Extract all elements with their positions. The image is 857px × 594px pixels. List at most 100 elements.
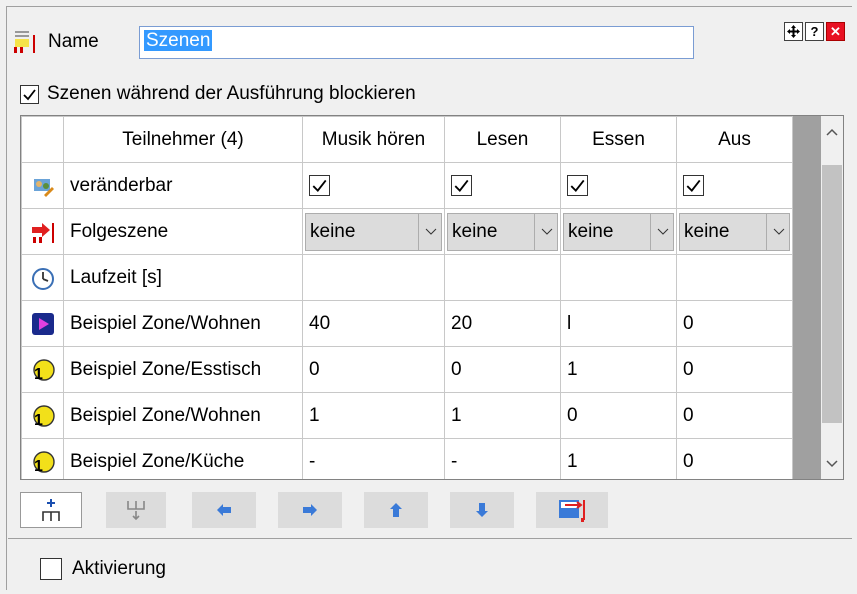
arrow-left-icon <box>217 504 231 516</box>
arrow-down-icon <box>476 503 488 517</box>
changeable-cell[interactable] <box>560 162 677 209</box>
activation-option[interactable]: Aktivierung <box>40 558 166 580</box>
column-header-lesen[interactable]: Lesen <box>444 116 561 163</box>
block-scenes-label: Szenen während der Ausführung blockieren <box>47 83 416 104</box>
column-header-essen[interactable]: Essen <box>560 116 677 163</box>
remove-participant-icon <box>127 501 145 521</box>
followup-cell[interactable]: keine <box>302 208 445 255</box>
value-cell[interactable]: 1 <box>444 392 561 439</box>
remove-participant-button[interactable] <box>106 492 166 528</box>
move-up-button[interactable] <box>364 492 428 528</box>
scroll-up-icon[interactable] <box>826 124 838 139</box>
participant-icon-cell <box>21 300 64 347</box>
arrow-right-icon <box>303 504 317 516</box>
chevron-down-icon[interactable] <box>650 213 669 250</box>
name-value[interactable]: Szenen <box>144 30 213 51</box>
changeable-cell[interactable] <box>444 162 561 209</box>
move-right-button[interactable] <box>278 492 342 528</box>
runtime-cell[interactable] <box>444 254 561 301</box>
followup-select[interactable]: keine <box>563 212 674 251</box>
column-header-participants[interactable]: Teilnehmer (4) <box>63 116 303 163</box>
add-participant-button[interactable] <box>20 492 82 528</box>
value-cell[interactable]: 0 <box>676 438 793 479</box>
import-scene-button[interactable] <box>536 492 608 528</box>
value-cell[interactable]: 0 <box>676 346 793 393</box>
chevron-down-icon[interactable] <box>766 213 785 250</box>
followup-cell[interactable]: keine <box>676 208 793 255</box>
participant-label: Beispiel Zone/Wohnen <box>63 300 303 347</box>
followup-select[interactable]: keine <box>305 212 442 251</box>
move-left-button[interactable] <box>192 492 256 528</box>
activation-label: Aktivierung <box>72 558 166 579</box>
changeable-cell[interactable] <box>676 162 793 209</box>
name-row: Name <box>12 24 117 60</box>
scene-table: Teilnehmer (4) Musik hören Lesen Essen A… <box>21 116 793 479</box>
vertical-scrollbar[interactable] <box>821 116 843 479</box>
value-cell[interactable]: l <box>560 300 677 347</box>
value-cell[interactable]: 0 <box>676 392 793 439</box>
followup-cell[interactable]: keine <box>444 208 561 255</box>
value-cell[interactable]: 1 <box>560 438 677 479</box>
runtime-cell[interactable] <box>302 254 445 301</box>
changeable-checkbox[interactable] <box>683 175 704 196</box>
name-input[interactable]: Szenen <box>139 26 694 59</box>
grid-toolbar <box>20 492 608 528</box>
scroll-down-icon[interactable] <box>826 456 838 471</box>
value-cell[interactable]: - <box>444 438 561 479</box>
changeable-checkbox[interactable] <box>451 175 472 196</box>
name-label: Name <box>48 31 99 52</box>
column-header-aus[interactable]: Aus <box>676 116 793 163</box>
header-row: Teilnehmer (4) Musik hören Lesen Essen A… <box>21 116 793 163</box>
value-cell[interactable]: 1 <box>302 392 445 439</box>
participant-icon-cell: 1 <box>21 392 64 439</box>
block-scenes-checkbox[interactable] <box>20 84 39 104</box>
scene-grid: Teilnehmer (4) Musik hören Lesen Essen A… <box>20 115 844 480</box>
import-scene-icon <box>559 500 585 522</box>
table-row: Beispiel Zone/Wohnen 40 20 l 0 <box>21 300 793 347</box>
value-cell[interactable]: 0 <box>302 346 445 393</box>
table-row: Laufzeit [s] <box>21 254 793 301</box>
svg-text:1: 1 <box>34 366 43 383</box>
value-cell[interactable]: 20 <box>444 300 561 347</box>
followup-select[interactable]: keine <box>679 212 790 251</box>
value-cell[interactable]: 0 <box>676 300 793 347</box>
value-cell[interactable]: - <box>302 438 445 479</box>
participant-label: Beispiel Zone/Esstisch <box>63 346 303 393</box>
table-row: Folgeszene keine keine keine keine <box>21 208 793 255</box>
value-cell[interactable]: 0 <box>444 346 561 393</box>
changeable-checkbox[interactable] <box>309 175 330 196</box>
svg-text:1: 1 <box>34 458 43 475</box>
media-player-icon <box>30 311 56 337</box>
followup-scene-icon <box>30 219 56 245</box>
svg-text:1: 1 <box>34 412 43 429</box>
changeable-label: veränderbar <box>63 162 303 209</box>
value-cell[interactable]: 0 <box>560 392 677 439</box>
followup-select[interactable]: keine <box>447 212 558 251</box>
table-row: 1 Beispiel Zone/Esstisch 0 0 1 0 <box>21 346 793 393</box>
followup-cell[interactable]: keine <box>560 208 677 255</box>
column-header-musik[interactable]: Musik hören <box>302 116 445 163</box>
runtime-icon-cell <box>21 254 64 301</box>
runtime-cell[interactable] <box>676 254 793 301</box>
separator <box>8 538 852 539</box>
changeable-icon-cell <box>21 162 64 209</box>
arrow-up-icon <box>390 503 402 517</box>
help-icon[interactable]: ? <box>805 22 824 41</box>
chevron-down-icon[interactable] <box>534 213 553 250</box>
changeable-cell[interactable] <box>302 162 445 209</box>
numbered-badge-icon: 1 <box>30 403 56 429</box>
table-row: veränderbar <box>21 162 793 209</box>
changeable-checkbox[interactable] <box>567 175 588 196</box>
runtime-cell[interactable] <box>560 254 677 301</box>
value-cell[interactable]: 40 <box>302 300 445 347</box>
activation-checkbox[interactable] <box>40 558 62 580</box>
value-cell[interactable]: 1 <box>560 346 677 393</box>
close-icon[interactable]: ✕ <box>826 22 845 41</box>
move-icon[interactable] <box>784 22 803 41</box>
chevron-down-icon[interactable] <box>418 213 437 250</box>
participant-icon-cell: 1 <box>21 438 64 479</box>
move-down-button[interactable] <box>450 492 514 528</box>
scroll-thumb[interactable] <box>822 165 842 423</box>
add-participant-icon <box>42 499 60 521</box>
block-scenes-option[interactable]: Szenen während der Ausführung blockieren <box>20 83 416 105</box>
